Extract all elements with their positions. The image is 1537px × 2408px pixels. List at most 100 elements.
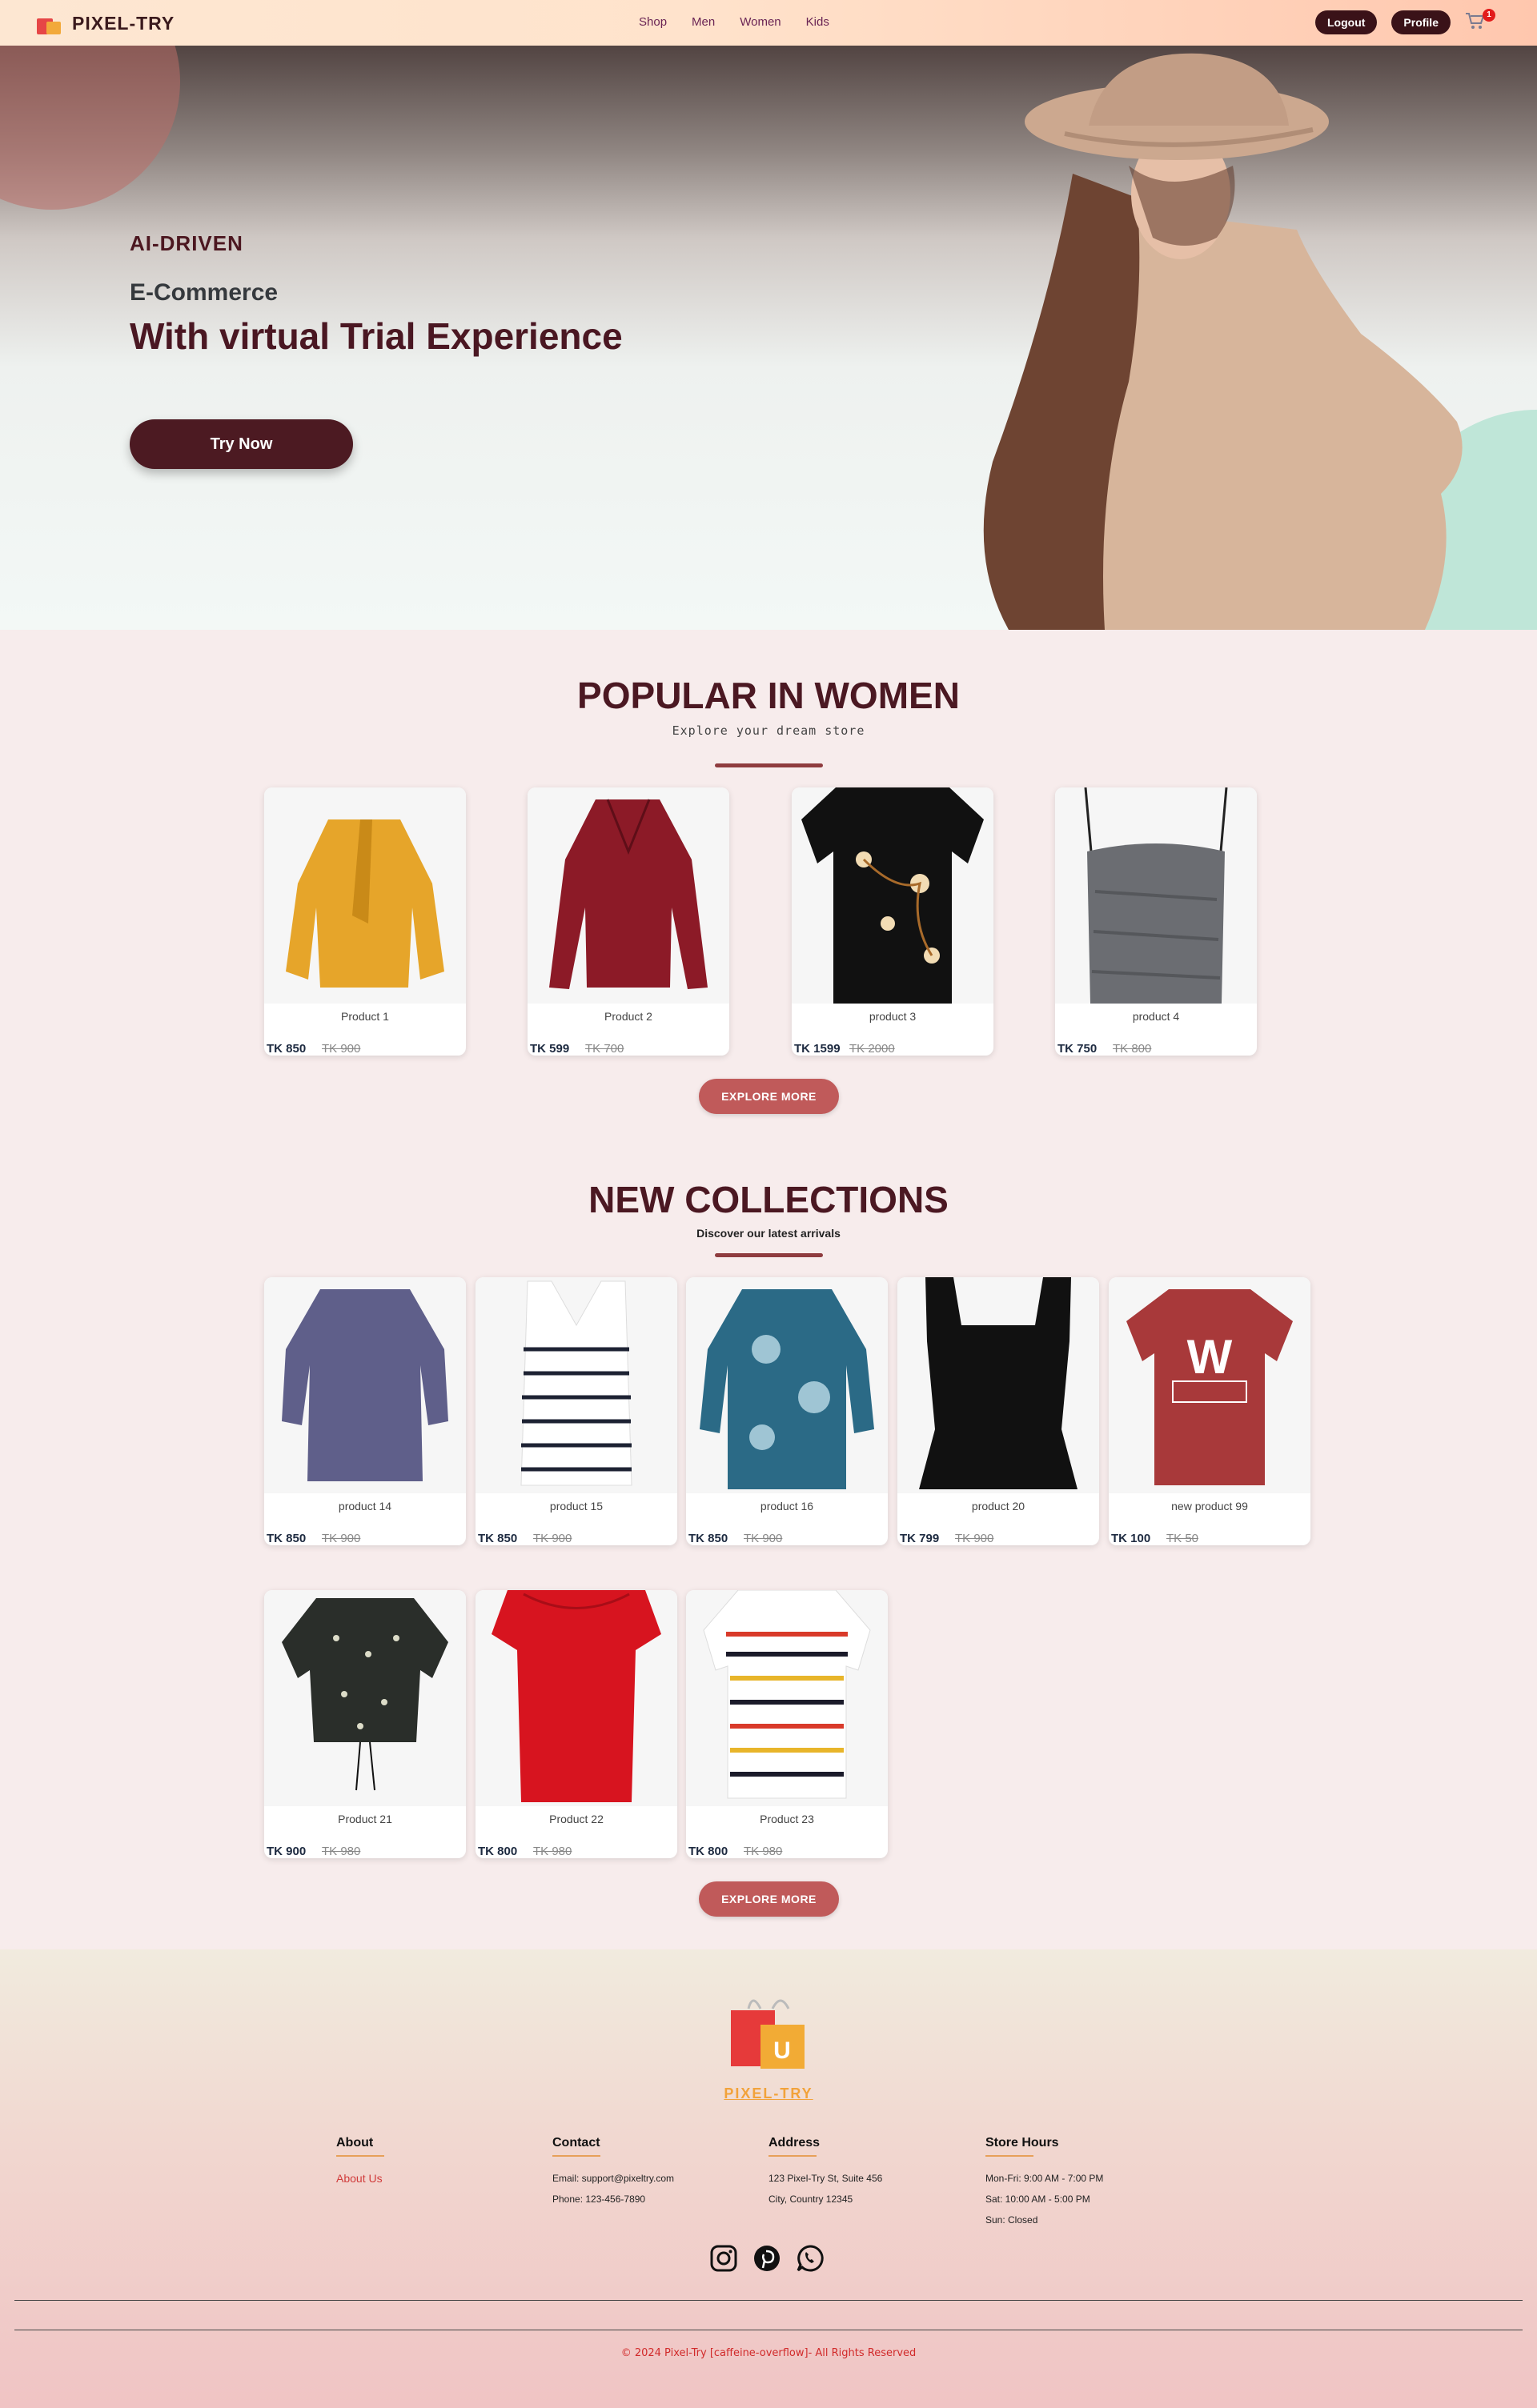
copyright-text: © 2024 Pixel-Try [caffeine-overflow]- Al… <box>620 2347 917 2359</box>
product-name: Product 2 <box>604 1010 652 1023</box>
product-image <box>264 787 466 1004</box>
nav-link-men[interactable]: Men <box>692 15 715 29</box>
product-price: TK 800 <box>478 1845 518 1858</box>
product-old-price: TK 980 <box>322 1845 361 1858</box>
product-old-price: TK 900 <box>322 1042 361 1056</box>
hero-decor-circle <box>0 46 180 210</box>
product-card[interactable]: product 15 TK 850 TK 900 <box>476 1277 677 1545</box>
product-image <box>264 1590 466 1806</box>
product-name: product 14 <box>338 1500 392 1513</box>
product-name: Product 23 <box>760 1813 814 1825</box>
nav-link-shop[interactable]: Shop <box>639 15 667 29</box>
brand-name: PIXEL-TRY <box>72 13 175 34</box>
product-price: TK 850 <box>688 1532 728 1545</box>
product-image <box>897 1277 1099 1493</box>
footer-contact-heading: Contact <box>552 2136 600 2150</box>
footer-hours-heading: Store Hours <box>985 2136 1059 2150</box>
svg-text:U: U <box>773 2037 791 2064</box>
product-card[interactable]: product 16 TK 850 TK 900 <box>686 1277 888 1545</box>
social-links <box>709 2244 825 2273</box>
whatsapp-icon[interactable] <box>796 2244 825 2273</box>
nav-link-women[interactable]: Women <box>740 15 781 29</box>
product-price: TK 100 <box>1111 1532 1151 1545</box>
svg-text:W: W <box>1187 1330 1233 1384</box>
footer-contact: Contact Email: support@pixeltry.com Phon… <box>552 2136 674 2210</box>
nav-link-kids[interactable]: Kids <box>806 15 829 29</box>
product-name: product 20 <box>971 1500 1025 1513</box>
footer: U PIXEL-TRY About About Us Contact Email… <box>0 1949 1537 2408</box>
product-name: product 3 <box>869 1010 917 1023</box>
product-old-price: TK 900 <box>744 1532 783 1545</box>
product-price: TK 1599 <box>794 1042 841 1056</box>
product-card[interactable]: product 20 TK 799 TK 900 <box>897 1277 1099 1545</box>
product-price: TK 599 <box>530 1042 570 1056</box>
product-old-price: TK 980 <box>744 1845 783 1858</box>
cart-button[interactable]: 1 <box>1465 9 1495 34</box>
product-old-price: TK 900 <box>955 1532 994 1545</box>
product-image <box>528 787 729 1004</box>
brand-logo[interactable]: PIXEL-TRY <box>37 13 175 34</box>
hero-kicker: AI-DRIVEN <box>130 231 243 255</box>
product-image <box>476 1590 677 1806</box>
instagram-icon[interactable] <box>709 2244 738 2273</box>
shopping-bag-icon: U <box>731 1999 805 2069</box>
product-image <box>476 1277 677 1493</box>
product-name: product 16 <box>760 1500 814 1513</box>
footer-brand[interactable]: PIXEL-TRY <box>0 2085 1537 2102</box>
about-us-link[interactable]: About Us <box>336 2168 384 2189</box>
explore-more-button-popular[interactable]: EXPLORE MORE <box>699 1079 839 1114</box>
product-name: product 4 <box>1132 1010 1180 1023</box>
product-card[interactable]: product 4 TK 750 TK 800 <box>1055 787 1257 1056</box>
profile-button[interactable]: Profile <box>1391 10 1451 34</box>
product-image <box>686 1590 888 1806</box>
logout-button[interactable]: Logout <box>1315 10 1378 34</box>
hero-subtitle: E-Commerce <box>130 279 279 306</box>
product-image <box>264 1277 466 1493</box>
hero-title: With virtual Trial Experience <box>130 315 623 357</box>
product-image <box>1055 787 1257 1004</box>
hours-weekday: Mon-Fri: 9:00 AM - 7:00 PM <box>985 2173 1104 2184</box>
hours-sunday: Sun: Closed <box>985 2214 1038 2226</box>
product-card[interactable]: product 14 TK 850 TK 900 <box>264 1277 466 1545</box>
product-card[interactable]: W new product 99 TK 100 TK 50 <box>1109 1277 1310 1545</box>
address-line-2: City, Country 12345 <box>768 2194 853 2205</box>
footer-address: Address 123 Pixel-Try St, Suite 456 City… <box>768 2136 882 2210</box>
pinterest-icon[interactable] <box>752 2244 781 2273</box>
collections-title: NEW COLLECTIONS <box>588 1179 949 1220</box>
hours-saturday: Sat: 10:00 AM - 5:00 PM <box>985 2194 1090 2205</box>
product-image <box>792 787 993 1004</box>
product-name: product 15 <box>549 1500 604 1513</box>
footer-about: About About Us <box>336 2136 384 2189</box>
cart-count-badge: 1 <box>1483 9 1495 22</box>
collections-subtitle: Discover our latest arrivals <box>696 1227 841 1240</box>
footer-hours: Store Hours Mon-Fri: 9:00 AM - 7:00 PM S… <box>985 2136 1103 2230</box>
navbar: PIXEL-TRY Shop Men Women Kids Logout Pro… <box>0 0 1537 46</box>
product-card[interactable]: product 3 TK 1599 TK 2000 <box>792 787 993 1056</box>
product-image <box>686 1277 888 1493</box>
popular-title: POPULAR IN WOMEN <box>577 675 960 716</box>
product-image: W <box>1109 1277 1310 1493</box>
product-name: Product 21 <box>338 1813 392 1825</box>
product-card[interactable]: Product 1 TK 850 TK 900 <box>264 787 466 1056</box>
product-price: TK 800 <box>688 1845 728 1858</box>
product-card[interactable]: Product 22 TK 800 TK 980 <box>476 1590 677 1858</box>
popular-divider <box>715 763 823 767</box>
product-old-price: TK 980 <box>533 1845 572 1858</box>
product-card[interactable]: Product 21 TK 900 TK 980 <box>264 1590 466 1858</box>
product-card[interactable]: Product 2 TK 599 TK 700 <box>528 787 729 1056</box>
main-nav: Shop Men Women Kids <box>639 15 854 29</box>
product-price: TK 900 <box>267 1845 307 1858</box>
product-card[interactable]: Product 23 TK 800 TK 980 <box>686 1590 888 1858</box>
product-price: TK 799 <box>900 1532 940 1545</box>
explore-more-button-collections[interactable]: EXPLORE MORE <box>699 1881 839 1917</box>
product-price: TK 850 <box>267 1042 307 1056</box>
contact-email: Email: support@pixeltry.com <box>552 2173 675 2184</box>
product-old-price: TK 900 <box>533 1532 572 1545</box>
product-name: Product 22 <box>549 1813 604 1825</box>
address-line-1: 123 Pixel-Try St, Suite 456 <box>768 2173 883 2184</box>
hero-banner: AI-DRIVEN E-Commerce With virtual Trial … <box>0 46 1537 630</box>
product-old-price: TK 2000 <box>849 1042 895 1056</box>
contact-phone: Phone: 123-456-7890 <box>552 2194 646 2205</box>
nav-actions: Logout Profile 1 <box>1315 9 1495 34</box>
try-now-button[interactable]: Try Now <box>130 419 353 469</box>
